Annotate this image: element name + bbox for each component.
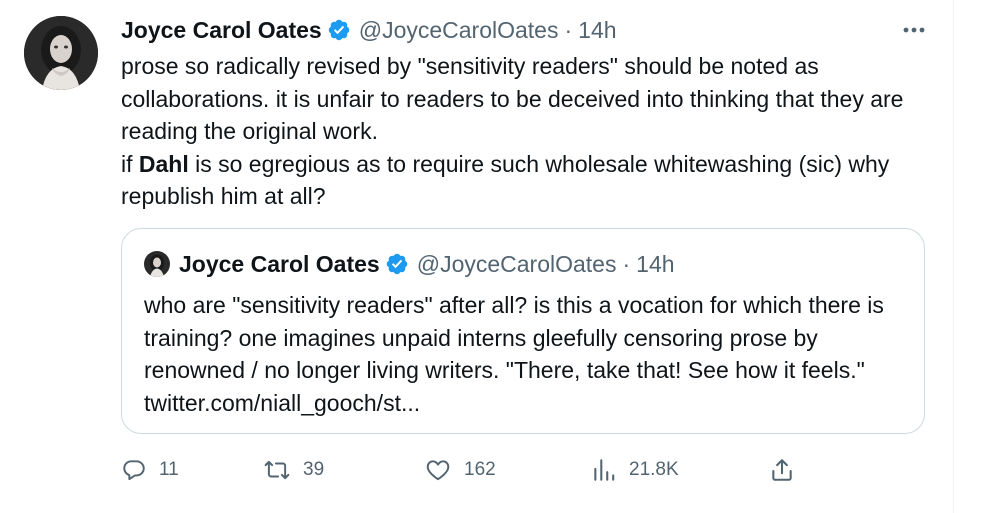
- quoted-author-name: Joyce Carol Oates: [179, 250, 380, 277]
- reply-button[interactable]: 11: [121, 452, 179, 488]
- more-options-button[interactable]: [896, 16, 932, 44]
- like-icon: [426, 460, 450, 481]
- views-button[interactable]: 21.8K: [591, 452, 679, 488]
- reply-icon: [123, 460, 145, 481]
- retweet-count: 39: [303, 459, 325, 480]
- views-count: 21.8K: [629, 459, 679, 480]
- separator-dot: ·: [622, 250, 631, 277]
- tweet-text-suffix: is so egregious as to require such whole…: [121, 150, 890, 210]
- tweet-header: Joyce Carol Oates @JoyceCarolOates · 14h: [121, 14, 617, 46]
- separator-dot: ·: [564, 16, 573, 43]
- author-name[interactable]: Joyce Carol Oates: [121, 17, 322, 44]
- share-icon: [772, 459, 792, 481]
- tweet-text-paragraph-2: if Dahl is so egregious as to require su…: [121, 148, 941, 213]
- quoted-tweet-card[interactable]: Joyce Carol Oates @JoyceCarolOates · 14h…: [121, 228, 925, 434]
- reply-count: 11: [159, 459, 179, 480]
- quoted-tweet-timestamp: 14h: [636, 250, 675, 277]
- tweet-text-prefix: if: [121, 150, 139, 177]
- tweet-text-paragraph-1: prose so radically revised by "sensitivi…: [121, 53, 904, 144]
- verified-badge-icon: [328, 19, 349, 41]
- tweet-text: prose so radically revised by "sensitivi…: [121, 50, 941, 213]
- author-avatar[interactable]: [24, 16, 98, 90]
- tweet-timestamp[interactable]: 14h: [578, 17, 616, 44]
- verified-badge-icon: [386, 253, 407, 275]
- retweet-icon: [264, 460, 290, 480]
- like-button[interactable]: 162: [424, 452, 496, 488]
- quoted-tweet-text: who are "sensitivity readers" after all?…: [144, 292, 884, 416]
- quoted-tweet-header: Joyce Carol Oates @JoyceCarolOates · 14h: [144, 249, 675, 279]
- quoted-author-handle: @JoyceCarolOates: [416, 250, 617, 277]
- more-icon: [903, 27, 925, 33]
- author-handle[interactable]: @JoyceCarolOates: [359, 17, 559, 44]
- retweet-button[interactable]: 39: [263, 452, 324, 488]
- tweet-text-bold-word: Dahl: [138, 150, 189, 177]
- views-icon: [594, 459, 615, 481]
- like-count: 162: [464, 459, 496, 480]
- tweet-action-bar: 11 39 162 21.8K: [121, 452, 821, 488]
- quoted-author-avatar: [144, 251, 170, 277]
- right-divider: [953, 0, 954, 513]
- share-button[interactable]: [769, 452, 795, 488]
